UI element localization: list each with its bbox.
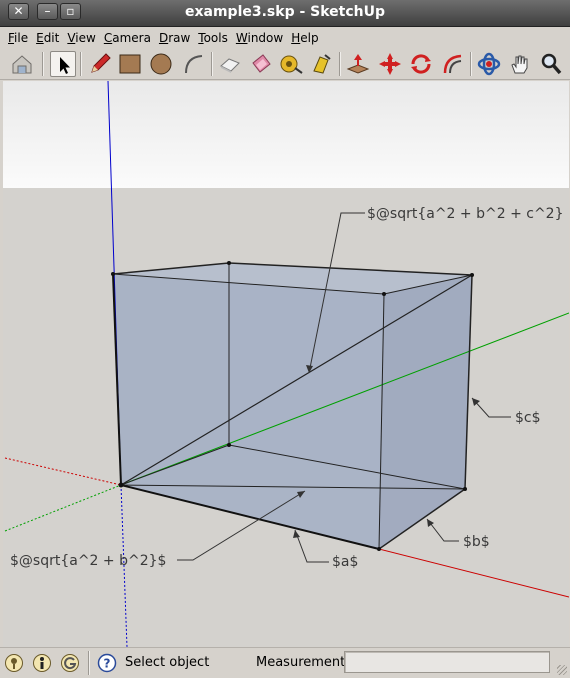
menu-tools[interactable]: Tools [194, 31, 232, 45]
resize-grip[interactable] [557, 665, 567, 675]
zoom-icon[interactable] [538, 51, 564, 77]
select-arrow-icon[interactable] [50, 51, 76, 77]
arc-icon[interactable] [180, 51, 206, 77]
menu-bar: File Edit View Camera Draw Tools Window … [0, 27, 570, 48]
menu-file[interactable]: File [4, 31, 32, 45]
menu-edit[interactable]: Edit [32, 31, 63, 45]
measurements-input[interactable] [344, 651, 550, 673]
credits-icon[interactable] [32, 653, 52, 673]
toolbar [0, 48, 570, 80]
paint-bucket-icon[interactable] [248, 51, 274, 77]
menu-draw[interactable]: Draw [155, 31, 194, 45]
label-space-diagonal: $@sqrt{a^2 + b^2 + c^2} [367, 206, 564, 222]
circle-icon[interactable] [148, 51, 174, 77]
rectangle-icon[interactable] [117, 51, 143, 77]
label-b: $b$ [463, 534, 490, 550]
geo-location-icon[interactable] [4, 653, 24, 673]
toolbar-separator [42, 52, 43, 76]
model-viewport[interactable]: $@sqrt{a^2 + b^2 + c^2} $c$ $b$ $a$ $@sq… [3, 81, 569, 647]
pencil-icon[interactable] [87, 51, 113, 77]
toolbar-separator [470, 52, 471, 76]
status-separator [88, 651, 89, 675]
measurements-label: Measurements [256, 655, 353, 670]
title-bar: ✕ – ▫ example3.skp - SketchUp [0, 0, 570, 27]
toolbar-separator [211, 52, 212, 76]
pan-hand-icon[interactable] [507, 51, 533, 77]
toolbar-separator [339, 52, 340, 76]
offset-icon[interactable] [439, 51, 465, 77]
help-icon[interactable]: ? [97, 653, 117, 673]
status-message: Select object [125, 655, 210, 670]
eraser-icon[interactable] [217, 51, 243, 77]
window-title: example3.skp - SketchUp [184, 4, 386, 20]
paint-icon[interactable] [308, 51, 334, 77]
tape-measure-icon[interactable] [278, 51, 304, 77]
move-icon[interactable] [377, 51, 403, 77]
google-icon[interactable] [60, 653, 80, 673]
status-bar: ? Select object Measurements [0, 647, 570, 678]
label-floor-diagonal: $@sqrt{a^2 + b^2}$ [10, 553, 166, 569]
label-a: $a$ [332, 554, 358, 570]
menu-help[interactable]: Help [287, 31, 322, 45]
toolbar-separator [80, 52, 81, 76]
house-icon[interactable] [9, 51, 35, 77]
orbit-icon[interactable] [476, 51, 502, 77]
label-c: $c$ [515, 410, 541, 426]
menu-window[interactable]: Window [232, 31, 287, 45]
push-pull-icon[interactable] [345, 51, 371, 77]
menu-camera[interactable]: Camera [100, 31, 155, 45]
svg-text:?: ? [104, 657, 111, 671]
menu-view[interactable]: View [63, 31, 99, 45]
rotate-icon[interactable] [408, 51, 434, 77]
sky [3, 81, 569, 188]
